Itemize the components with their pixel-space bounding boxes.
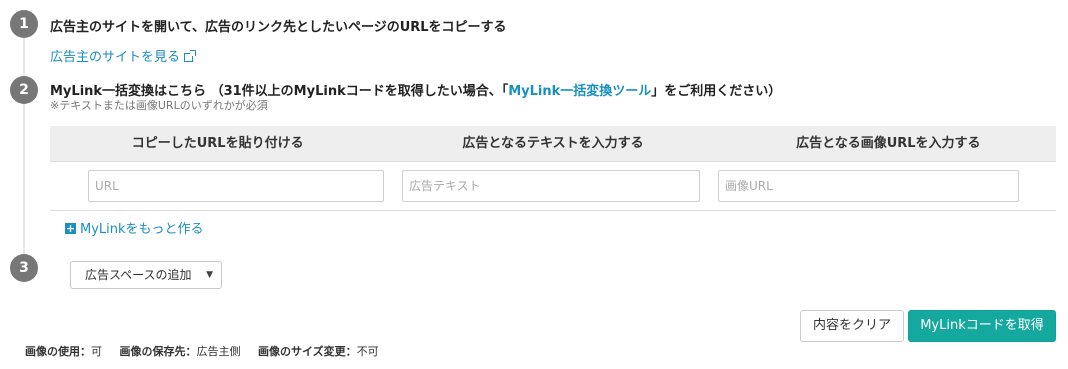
mylink-input-table: コピーしたURLを貼り付ける 広告となるテキストを入力する 広告となる画像URL… xyxy=(50,126,1056,211)
image-url-input[interactable] xyxy=(718,170,1019,202)
advertiser-site-link[interactable]: 広告主のサイトを見る xyxy=(50,46,197,65)
caret-down-icon: ▼ xyxy=(206,270,213,280)
ad-space-select[interactable]: 広告スペースの追加 ▼ xyxy=(70,261,222,289)
usage-label: 画像の使用： xyxy=(25,345,91,358)
usage-value: 可 xyxy=(91,345,102,358)
external-link-icon xyxy=(184,50,197,62)
step-1-title: 広告主のサイトを開いて、広告のリンク先としたいページのURLをコピーする xyxy=(50,20,507,35)
step-3-badge: 3 xyxy=(10,254,38,282)
clear-button[interactable]: 内容をクリア xyxy=(800,310,904,342)
bulk-convert-tool-link[interactable]: MyLink一括変換ツール xyxy=(508,84,651,99)
ad-space-select-value: 広告スペースの追加 xyxy=(85,268,192,282)
plus-icon: + xyxy=(65,222,76,235)
table-header: コピーしたURLを貼り付ける 広告となるテキストを入力する 広告となる画像URL… xyxy=(50,126,1056,162)
step-connector xyxy=(23,102,25,258)
image-usage-info: 画像の使用：可 画像の保存先：広告主側 画像のサイズ変更：不可 xyxy=(25,343,393,359)
step-1-badge: 1 xyxy=(10,10,38,38)
advertiser-site-link-label[interactable]: 広告主のサイトを見る xyxy=(50,50,180,65)
required-note: ※テキストまたは画像URLのいずれかが必須 xyxy=(50,99,268,112)
step-2-badge: 2 xyxy=(10,76,38,104)
resize-value: 不可 xyxy=(356,345,379,358)
storage-label: 画像の保存先： xyxy=(119,345,197,358)
header-url: コピーしたURLを貼り付ける xyxy=(131,136,304,151)
resize-label: 画像のサイズ変更： xyxy=(258,345,357,358)
add-more-mylink-label[interactable]: MyLinkをもっと作る xyxy=(80,222,204,237)
step-2-title-suffix: 」をご利用ください） xyxy=(651,84,782,99)
url-input[interactable] xyxy=(88,170,384,202)
header-text: 広告となるテキストを入力する xyxy=(462,136,644,151)
get-mylink-code-button[interactable]: MyLinkコードを取得 xyxy=(908,310,1056,342)
ad-text-input[interactable] xyxy=(402,170,700,202)
storage-value: 広告主側 xyxy=(196,345,241,358)
add-more-mylink-button[interactable]: + MyLinkをもっと作る xyxy=(65,218,204,237)
header-image-url: 広告となる画像URLを入力する xyxy=(796,136,981,151)
